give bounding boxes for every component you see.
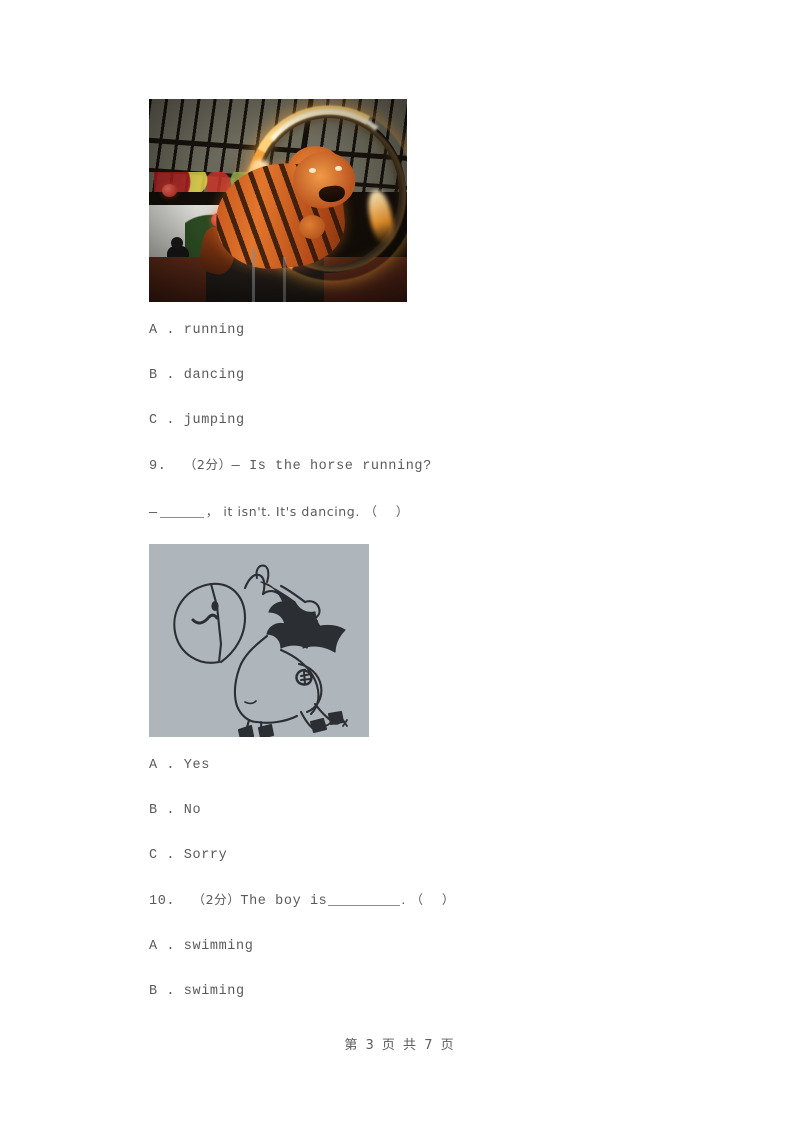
question-10-text-post: . （ ） (401, 892, 456, 907)
answer-blank-q10[interactable] (328, 894, 401, 906)
question-10-number: 10. (149, 894, 176, 909)
option-b-q10: B . swiming (149, 984, 245, 999)
question-9-score: （2分） (183, 457, 232, 472)
document-page: A . running B . dancing C . jumping 9. （… (0, 0, 800, 1132)
question-10-text-pre: The boy is (240, 894, 328, 909)
option-c-q8: C . jumping (149, 413, 245, 428)
option-c-q9: C . Sorry (149, 848, 228, 863)
option-a-q9: A . Yes (149, 758, 210, 773)
question-9-text-1: — Is the horse running? (231, 459, 432, 474)
question-10-stem: 10. （2分）The boy is . （ ） (149, 891, 669, 910)
question-9-text-2: ， it isn't. It's dancing. （ ） (205, 504, 409, 519)
page-content: A . running B . dancing C . jumping 9. （… (149, 99, 669, 1000)
question-9-stem-line-1: 9. （2分）— Is the horse running? (149, 456, 669, 475)
question-9-stem-line-2: — ， it isn't. It's dancing. （ ） (149, 503, 669, 522)
question-10-score: （2分） (192, 892, 241, 907)
page-footer: 第 3 页 共 7 页 (344, 1038, 456, 1053)
figure-tiger-image (149, 99, 407, 302)
option-b-q8: B . dancing (149, 368, 245, 383)
photo-vignette (149, 99, 407, 302)
option-a-q10: A . swimming (149, 939, 254, 954)
answer-blank-q9[interactable] (159, 506, 204, 518)
question-9-dash: — (149, 506, 158, 521)
option-a-q8: A . running (149, 323, 245, 338)
figure-horse-image (149, 544, 369, 737)
option-b-q9: B . No (149, 803, 202, 818)
question-9-number: 9. (149, 459, 167, 474)
horse-sketch (173, 564, 348, 737)
